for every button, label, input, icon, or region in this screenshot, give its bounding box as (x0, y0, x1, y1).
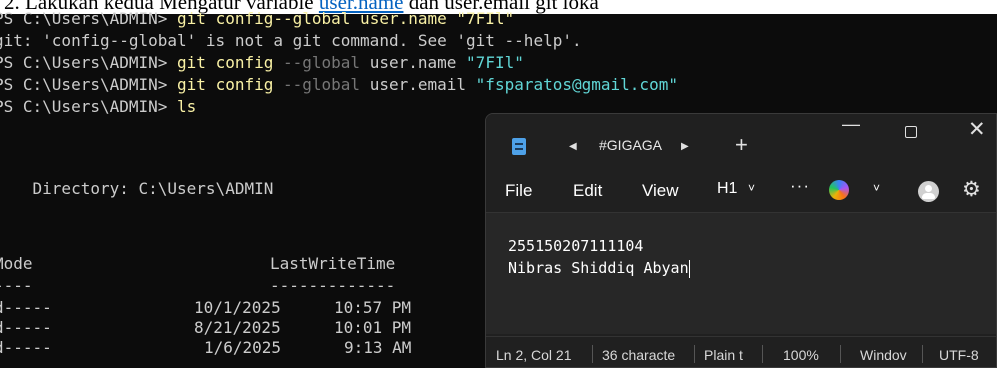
listing-row-mode: d----- (0, 318, 52, 337)
listing-row-date: 10/1/2025 (194, 298, 281, 317)
editor-line: 255150207111104 (508, 237, 644, 255)
terminal-line-5: PS C:\Users\ADMIN> ls (0, 97, 196, 117)
menu-edit[interactable]: Edit (573, 181, 602, 201)
encoding[interactable]: UTF-8 (939, 347, 979, 363)
triangle-left-icon[interactable]: ◀ (569, 141, 577, 152)
copilot-icon[interactable] (829, 180, 849, 200)
heading-dropdown[interactable]: H1 (717, 180, 737, 198)
line-ending[interactable]: Windov (860, 347, 907, 363)
command-text: git config (177, 53, 274, 72)
column-header-lastwrite: LastWriteTime (270, 254, 396, 273)
status-divider (922, 345, 923, 363)
minimize-icon[interactable]: — (842, 114, 860, 135)
status-bar: Ln 2, Col 21 36 characte Plain t 100% Wi… (486, 336, 996, 367)
command-value: "7FIl" (466, 53, 524, 72)
menu-file[interactable]: File (505, 181, 532, 201)
notepad-icon (512, 138, 526, 155)
command-key: user.email (369, 75, 467, 94)
column-header-mode: Mode (0, 254, 33, 273)
notepad-titlebar[interactable]: ◀ #GIGAGA ▶ + — ✕ (486, 114, 996, 164)
text-editor[interactable]: 255150207111104 Nibras Shiddiq Abyan (486, 212, 996, 334)
terminal-line-1: PS C:\Users\ADMIN> git config--global us… (0, 9, 514, 29)
command-flag: --global (283, 75, 361, 94)
status-divider (840, 345, 841, 363)
triangle-right-icon[interactable]: ▶ (681, 141, 689, 152)
column-underline-mode: ---- (0, 276, 33, 295)
chevron-down-icon[interactable]: ˅ (873, 181, 880, 195)
zoom-level[interactable]: 100% (783, 347, 819, 363)
close-icon[interactable]: ✕ (968, 117, 986, 142)
listing-row-time: 10:57 PM (334, 298, 412, 317)
tab-title[interactable]: #GIGAGA (599, 137, 662, 153)
listing-row-time: 9:13 AM (344, 338, 412, 357)
status-divider (592, 345, 593, 363)
column-underline-lastwrite: ------------- (270, 276, 396, 295)
terminal-line-4: PS C:\Users\ADMIN> git config --global u… (0, 75, 678, 95)
command-flag: --global (283, 53, 361, 72)
prompt: PS C:\Users\ADMIN> (0, 97, 168, 116)
listing-row-mode: d----- (0, 338, 52, 357)
status-divider (762, 345, 763, 363)
command-text: ls (177, 97, 197, 116)
status-divider (694, 345, 695, 363)
more-options-button[interactable]: ··· (790, 176, 810, 196)
terminal-line-3: PS C:\Users\ADMIN> git config --global u… (0, 53, 524, 73)
listing-row-time: 10:01 PM (334, 318, 412, 337)
listing-row-date: 8/21/2025 (194, 318, 281, 337)
character-count: 36 characte (602, 347, 676, 363)
cursor-position: Ln 2, Col 21 (496, 347, 572, 363)
prompt: PS C:\Users\ADMIN> (0, 9, 168, 28)
gear-icon[interactable]: ⚙ (962, 177, 981, 202)
command-text: git config (177, 75, 274, 94)
notepad-window[interactable]: ◀ #GIGAGA ▶ + — ✕ File Edit View H1 ˅ ··… (485, 113, 997, 368)
chevron-down-icon[interactable]: ˅ (748, 181, 755, 195)
editor-line: Nibras Shiddiq Abyan (508, 259, 690, 278)
terminal-error-line: git: 'config--global' is not a git comma… (0, 31, 582, 50)
prompt: PS C:\Users\ADMIN> (0, 75, 168, 94)
text-caret (688, 259, 690, 278)
directory-label: Directory: C:\Users\ADMIN (0, 179, 274, 198)
prompt: PS C:\Users\ADMIN> (0, 53, 168, 72)
maximize-icon[interactable] (905, 126, 917, 138)
notepad-menubar: File Edit View H1 ˅ ··· ˅ ⚙ (486, 174, 996, 208)
listing-row-mode: d----- (0, 298, 52, 317)
command-key: user.name (369, 53, 457, 72)
listing-row-date: 1/6/2025 (204, 338, 282, 357)
menu-view[interactable]: View (642, 181, 679, 201)
plus-icon[interactable]: + (735, 132, 748, 158)
command-value: "fsparatos@gmail.com" (475, 75, 678, 94)
command-text: git config--global user.name "7FIl" (177, 9, 515, 28)
text-format[interactable]: Plain t (704, 347, 743, 363)
user-avatar-icon[interactable] (918, 181, 939, 202)
editor-line-text: Nibras Shiddiq Abyan (508, 259, 689, 277)
